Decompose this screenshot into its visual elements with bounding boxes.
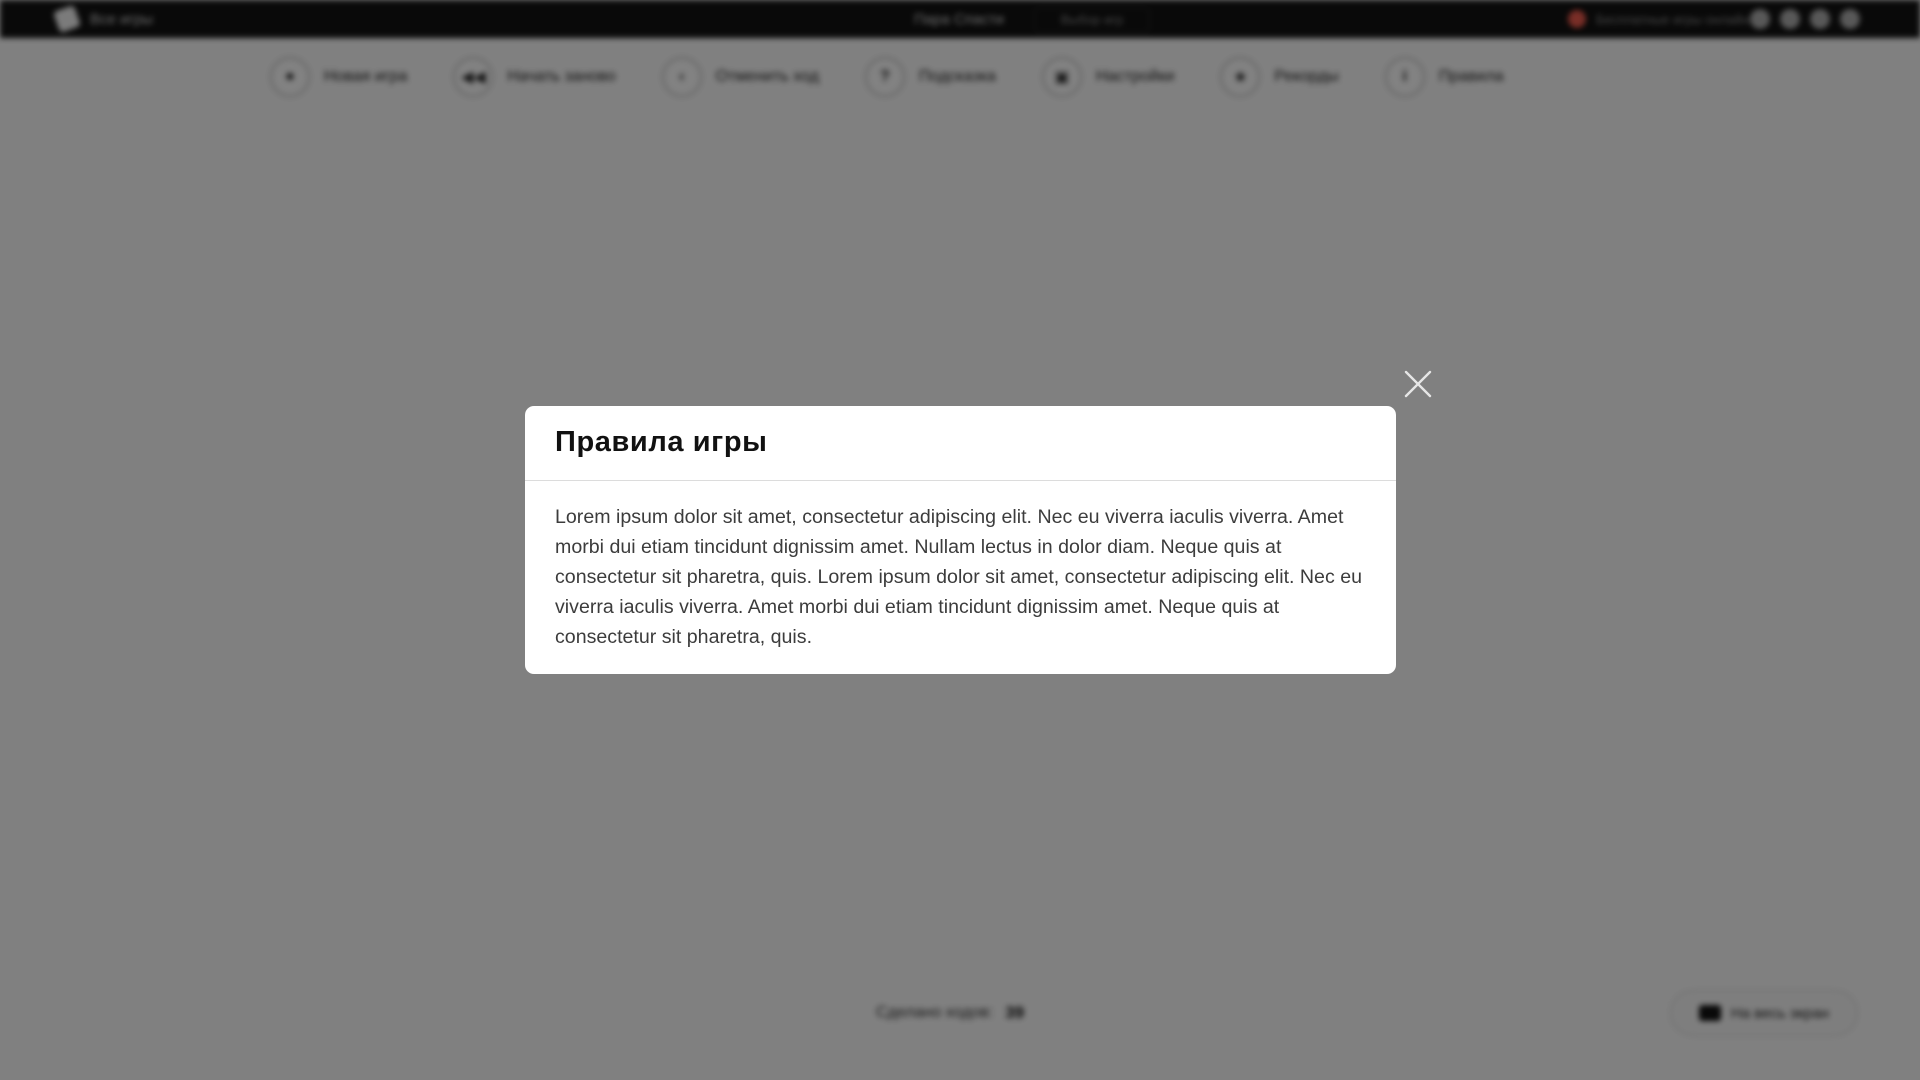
modal-header: Правила игры: [525, 406, 1396, 481]
modal-title: Правила игры: [555, 426, 768, 458]
rules-modal: Правила игры Lorem ipsum dolor sit amet,…: [525, 406, 1396, 674]
close-button[interactable]: [1402, 368, 1434, 400]
modal-body: Lorem ipsum dolor sit amet, consectetur …: [525, 481, 1396, 652]
close-icon: [1404, 370, 1432, 398]
rules-text: Lorem ipsum dolor sit amet, consectetur …: [555, 506, 1362, 648]
